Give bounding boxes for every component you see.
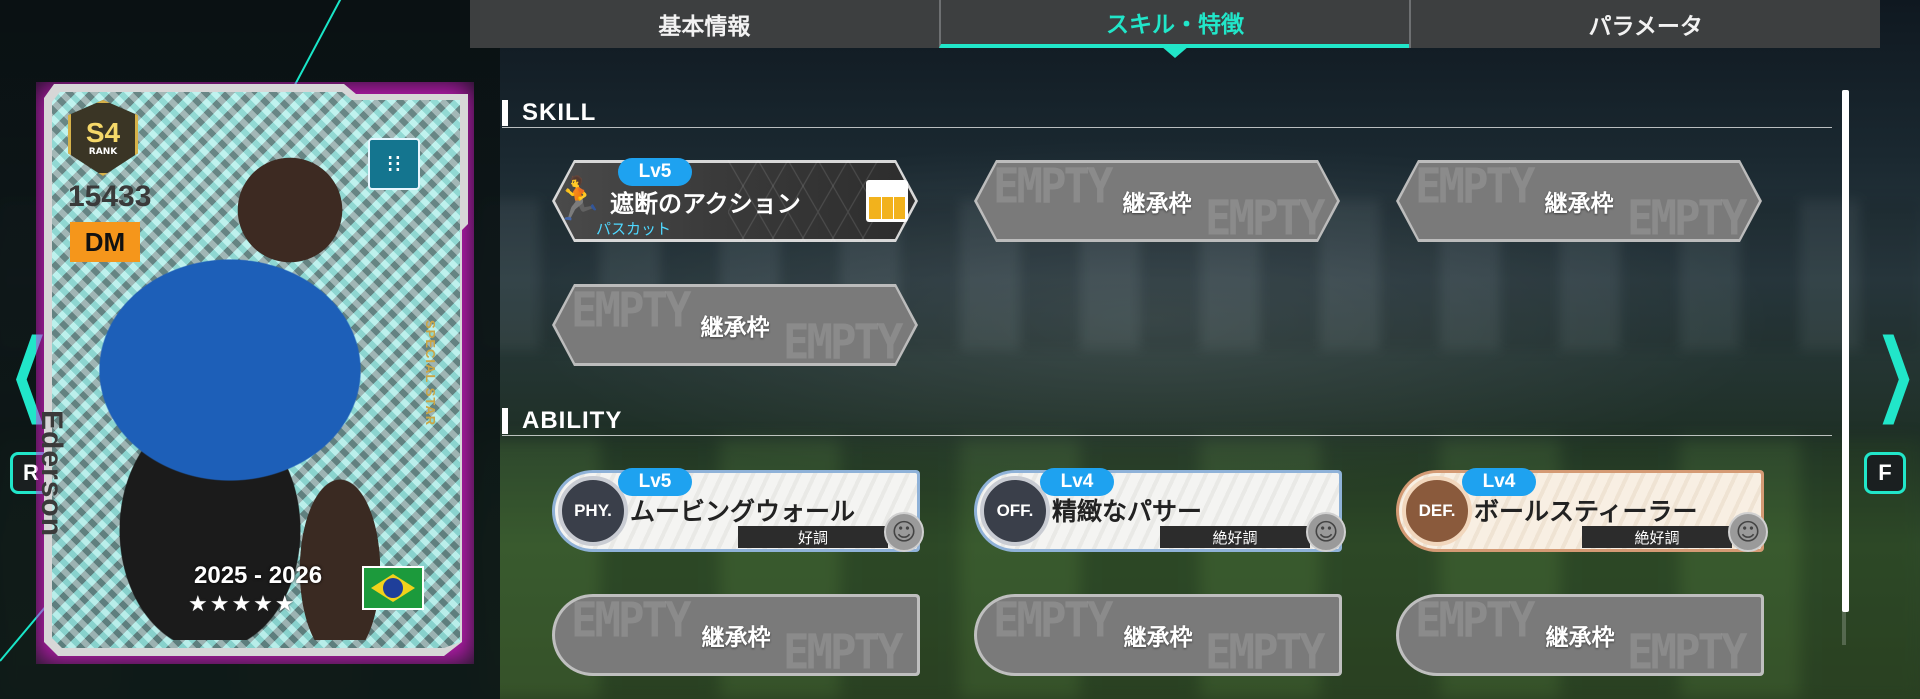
rank-label: RANK: [88, 147, 118, 157]
rank-value: S4: [85, 117, 121, 148]
empty-slot-label: 継承枠: [700, 315, 770, 341]
def-category-icon: DEF.: [1402, 476, 1472, 546]
brazil-flag-icon: [362, 566, 424, 610]
section-marker: [502, 99, 508, 126]
scrollbar-thumb[interactable]: [1842, 90, 1849, 612]
ability-condition: 絶好調: [1582, 526, 1732, 548]
ability-condition: 好調: [738, 526, 888, 548]
ability-level-badge: Lv4: [1462, 468, 1536, 496]
empty-slot-label: 継承枠: [1123, 625, 1193, 651]
player-name: Ederson: [35, 410, 68, 538]
skill-subtitle: パスカット: [596, 220, 672, 238]
field-zone-icon: [866, 180, 908, 222]
ability-slot-3[interactable]: DEF. ボールスティーラー 絶好調 ☺: [1396, 470, 1768, 552]
formation-icon: ⁝⁝: [368, 138, 420, 190]
player-rating: 15433: [68, 180, 152, 213]
ability-name: ボールスティーラー: [1474, 497, 1698, 526]
star-rating: ★★★★★: [188, 592, 297, 617]
skill-slot-2[interactable]: EMPTY EMPTY 継承枠: [974, 160, 1340, 242]
empty-slot-label: 継承枠: [1545, 625, 1615, 651]
skill-section-header: SKILL: [502, 98, 1832, 128]
ability-slot-2[interactable]: OFF. 精緻なパサー 絶好調 ☺: [974, 470, 1346, 552]
skill-slot-1[interactable]: 🏃 遮断のアクション パスカット: [552, 160, 918, 242]
tab-parameters[interactable]: パラメータ: [1409, 0, 1880, 48]
skill-slot-4[interactable]: EMPTY EMPTY 継承枠: [552, 284, 918, 366]
smiley-icon: ☺: [1728, 512, 1768, 552]
ability-section-title: ABILITY: [522, 406, 623, 434]
empty-slot-label: 継承枠: [1544, 191, 1614, 217]
smiley-icon: ☺: [884, 512, 924, 552]
ability-slot-1[interactable]: PHY. ムービングウォール 好調 ☺: [552, 470, 924, 552]
ability-level-badge: Lv5: [618, 468, 692, 496]
ability-condition: 絶好調: [1160, 526, 1310, 548]
smiley-icon: ☺: [1306, 512, 1346, 552]
card-type-label: SPECIAL STAR: [423, 320, 438, 427]
empty-slot-label: 継承枠: [1122, 191, 1192, 217]
phy-category-icon: PHY.: [558, 476, 628, 546]
skill-section-title: SKILL: [522, 98, 597, 126]
ability-level-badge: Lv4: [1040, 468, 1114, 496]
tab-skills-traits[interactable]: スキル・特徴: [938, 0, 1410, 48]
empty-slot-label: 継承枠: [701, 625, 771, 651]
ability-slot-4[interactable]: EMPTY EMPTY 継承枠: [552, 594, 920, 676]
ability-slot-5[interactable]: EMPTY EMPTY 継承枠: [974, 594, 1342, 676]
player-position: DM: [70, 222, 140, 262]
section-marker: [502, 407, 508, 434]
ability-section-header: ABILITY: [502, 406, 1832, 436]
season-label: 2025 - 2026: [194, 562, 323, 589]
ability-slot-6[interactable]: EMPTY EMPTY 継承枠: [1396, 594, 1764, 676]
ability-name: ムービングウォール: [630, 497, 856, 526]
next-key-hint[interactable]: F: [1864, 452, 1906, 494]
skill-name: 遮断のアクション: [610, 190, 801, 218]
tab-bar: 基本情報 スキル・特徴 パラメータ: [470, 0, 1880, 48]
off-category-icon: OFF.: [980, 476, 1050, 546]
skill-slot-3[interactable]: EMPTY EMPTY 継承枠: [1396, 160, 1762, 242]
next-player-arrow-icon[interactable]: ❯: [1875, 320, 1916, 425]
skill-level-badge: Lv5: [618, 158, 692, 186]
ability-name: 精緻なパサー: [1052, 497, 1203, 526]
tab-basic-info[interactable]: 基本情報: [470, 0, 939, 48]
